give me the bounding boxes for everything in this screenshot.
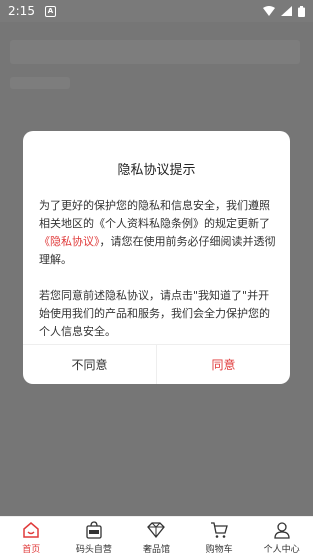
nav-label-home: 首页 — [22, 545, 41, 555]
dialog-paragraph-1: 为了更好的保护您的隐私和信息安全，我们遵照相关地区的《个人资料私隐条例》的规定更… — [39, 197, 276, 269]
nav-item-luxury[interactable]: 奢品馆 — [125, 517, 188, 558]
disagree-button[interactable]: 不同意 — [23, 345, 157, 384]
home-icon — [21, 520, 41, 540]
dialog-paragraph-2: 若您同意前述隐私协议，请点击"我知道了"并开始使用我们的产品和服务，我们会全力保… — [39, 289, 270, 338]
nav-label-profile: 个人中心 — [263, 545, 300, 555]
nav-label-cart: 购物车 — [205, 545, 233, 555]
nav-label-wharf: 码头自营 — [75, 545, 112, 555]
wifi-icon — [263, 6, 275, 16]
nav-item-home[interactable]: 首页 — [0, 517, 63, 558]
notification-a-icon: A — [44, 5, 56, 17]
privacy-policy-link[interactable]: 《隐私协议》 — [39, 235, 100, 248]
nav-item-cart[interactable]: 购物车 — [188, 517, 251, 558]
diamond-icon — [146, 520, 166, 540]
user-icon — [272, 520, 292, 540]
dialog-footer: 不同意 同意 — [23, 344, 290, 384]
background-search-bar — [10, 40, 300, 64]
battery-icon — [298, 5, 305, 17]
status-bar: 2:15 A — [0, 0, 313, 22]
dialog-body: 为了更好的保护您的隐私和信息安全，我们遵照相关地区的《个人资料私隐条例》的规定更… — [39, 197, 276, 341]
nav-item-profile[interactable]: 个人中心 — [250, 517, 313, 558]
cart-icon — [209, 520, 229, 540]
paragraph-1-text: 为了更好的保护您的隐私和信息安全，我们遵照相关地区的《个人资料私隐条例》的规定更… — [39, 199, 270, 230]
nav-item-wharf[interactable]: 码头自营 — [63, 517, 126, 558]
nav-label-luxury: 奢品馆 — [142, 545, 170, 555]
signal-icon — [281, 6, 292, 16]
shopping-bag-icon — [84, 520, 104, 540]
privacy-dialog: 隐私协议提示 为了更好的保护您的隐私和信息安全，我们遵照相关地区的《个人资料私隐… — [23, 131, 290, 384]
background-label — [10, 77, 70, 89]
dialog-title: 隐私协议提示 — [117, 163, 196, 178]
agree-button[interactable]: 同意 — [157, 345, 290, 384]
bottom-nav: 首页 码头自营 奢品馆 购物车 个人中心 — [0, 516, 313, 558]
status-time: 2:15 — [8, 4, 35, 18]
status-icons — [263, 5, 305, 17]
